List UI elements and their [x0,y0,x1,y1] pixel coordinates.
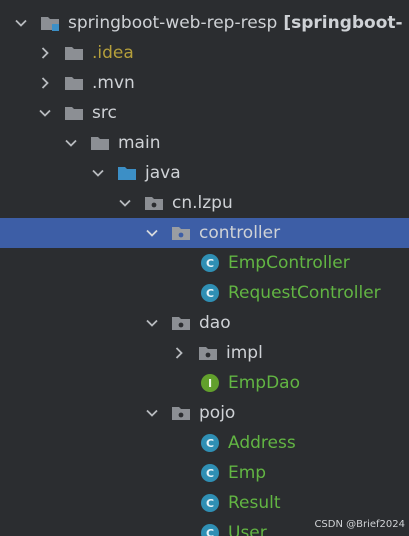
package-icon [144,194,164,212]
tree-node-src[interactable]: src [0,98,409,128]
tree-node-impl[interactable]: impl [0,338,409,368]
module-folder-icon [40,14,60,32]
class-badge: C [201,284,219,302]
tree-node-label: Result [228,493,281,513]
chevron-down-icon[interactable] [91,166,105,180]
watermark: CSDN @Brief2024 [314,519,405,530]
tree-node-result[interactable]: C Result [0,488,409,518]
package-icon [171,224,191,242]
tree-node-label: Emp [228,463,267,483]
tree-node-main[interactable]: main [0,128,409,158]
chevron-right-icon[interactable] [38,76,52,90]
tree-node-label: pojo [199,403,236,423]
class-icon: C [200,494,220,512]
tree-node-label: EmpController [228,253,350,273]
chevron-down-icon[interactable] [64,136,78,150]
tree-node-label: Address [228,433,296,453]
tree-node-label: EmpDao [228,373,301,393]
interface-icon: I [200,374,220,392]
chevron-right-icon[interactable] [172,346,186,360]
tree-node-label: controller [199,223,281,243]
tree-node-label: java [145,163,181,183]
class-badge: C [201,524,219,536]
tree-node-address[interactable]: C Address [0,428,409,458]
tree-node-dao[interactable]: dao [0,308,409,338]
class-icon: C [200,284,220,302]
class-icon: C [200,524,220,536]
tree-node-label: springboot-web-rep-resp [68,13,278,33]
chevron-down-icon[interactable] [145,316,159,330]
class-badge: C [201,434,219,452]
tree-node-label: .mvn [92,73,135,93]
class-icon: C [200,254,220,272]
tree-node-label: cn.lzpu [172,193,233,213]
package-icon [171,404,191,422]
tree-node-emp[interactable]: C Emp [0,458,409,488]
tree-node-controller[interactable]: controller [0,218,409,248]
chevron-down-icon[interactable] [38,106,52,120]
tree-node-java[interactable]: java [0,158,409,188]
chevron-down-icon[interactable] [145,406,159,420]
class-badge: C [201,464,219,482]
chevron-down-icon[interactable] [14,16,28,30]
tree-node-root[interactable]: springboot-web-rep-resp [springboot- [0,8,409,38]
tree-node-label: .idea [92,43,134,63]
folder-icon [64,104,84,122]
package-icon [198,344,218,362]
chevron-right-icon[interactable] [38,46,52,60]
tree-node-label: impl [226,343,263,363]
folder-icon [64,74,84,92]
source-folder-icon [117,164,137,182]
tree-node-emp-dao[interactable]: I EmpDao [0,368,409,398]
class-icon: C [200,464,220,482]
project-tree: springboot-web-rep-resp [springboot- .id… [0,0,409,536]
class-badge: C [201,254,219,272]
tree-node-label: dao [199,313,231,333]
folder-icon [64,44,84,62]
interface-badge: I [201,374,219,392]
chevron-down-icon[interactable] [118,196,132,210]
tree-node-mvn[interactable]: .mvn [0,68,409,98]
tree-node-pojo[interactable]: pojo [0,398,409,428]
tree-node-label: RequestController [228,283,381,303]
tree-node-label: src [92,103,117,123]
class-icon: C [200,434,220,452]
tree-node-emp-controller[interactable]: C EmpController [0,248,409,278]
tree-node-label: main [118,133,161,153]
module-name-label: [springboot- [283,13,403,33]
class-badge: C [201,494,219,512]
tree-node-label: User [228,523,267,536]
package-icon [171,314,191,332]
chevron-down-icon[interactable] [145,226,159,240]
tree-node-package-root[interactable]: cn.lzpu [0,188,409,218]
folder-icon [90,134,110,152]
tree-node-request-controller[interactable]: C RequestController [0,278,409,308]
tree-node-idea[interactable]: .idea [0,38,409,68]
